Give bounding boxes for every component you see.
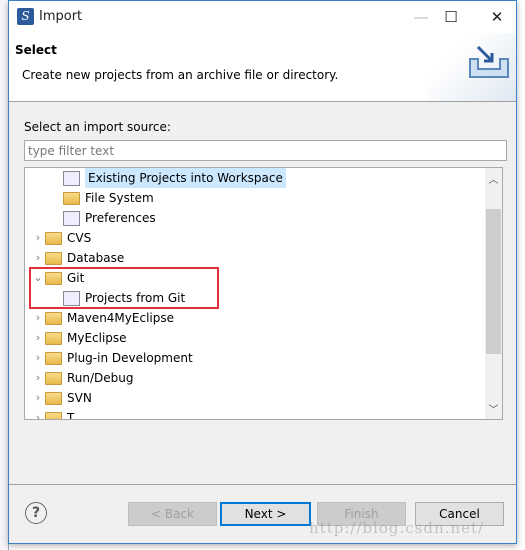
chevron-right-icon[interactable]: › <box>31 348 45 368</box>
tree-item[interactable]: Existing Projects into Workspace <box>63 168 286 188</box>
minimize-button[interactable]: — <box>406 5 436 29</box>
scroll-up-icon[interactable]: ︿ <box>485 171 502 186</box>
watermark: http://blog.csdn.net/ <box>309 519 485 537</box>
close-button[interactable]: ✕ <box>482 5 512 29</box>
chevron-right-icon[interactable]: › <box>31 328 45 348</box>
tree-item[interactable]: › T... <box>31 408 85 420</box>
next-button[interactable]: Next > <box>220 502 311 526</box>
tree-item[interactable]: › Maven4MyEclipse <box>31 308 174 328</box>
scrollbar-thumb[interactable] <box>486 209 501 354</box>
tree-item-label: Existing Projects into Workspace <box>85 168 286 188</box>
chevron-right-icon[interactable]: › <box>31 368 45 388</box>
import-dialog: S Import — ☐ ✕ Select Create new project… <box>8 0 517 544</box>
tree-item-label: T... <box>67 411 85 420</box>
folder-icon <box>63 191 80 205</box>
folder-icon <box>45 331 62 345</box>
tree-item[interactable]: › MyEclipse <box>31 328 127 348</box>
divider <box>9 484 516 485</box>
import-source-label: Select an import source: <box>24 120 171 134</box>
tree-item[interactable]: Preferences <box>63 208 156 228</box>
scroll-down-icon[interactable]: ﹀ <box>485 401 502 416</box>
tree-item[interactable]: › Plug-in Development <box>31 348 193 368</box>
tree-item[interactable]: File System <box>63 188 154 208</box>
folder-icon <box>45 411 62 419</box>
tree-item[interactable]: › Database <box>31 248 124 268</box>
app-icon: S <box>17 8 34 25</box>
highlight-box <box>29 267 219 309</box>
chevron-right-icon[interactable]: › <box>31 228 45 248</box>
back-button[interactable]: < Back <box>128 502 217 526</box>
wizard-header: Select Create new projects from an archi… <box>9 33 516 102</box>
tree-item-label: Database <box>67 251 125 265</box>
import-project-icon <box>63 170 80 186</box>
folder-icon <box>45 371 62 385</box>
tree-item-label: Plug-in Development <box>67 351 193 365</box>
tree-item[interactable]: › CVS <box>31 228 91 248</box>
help-icon[interactable]: ? <box>25 502 47 524</box>
chevron-right-icon[interactable]: › <box>31 308 45 328</box>
folder-icon <box>45 391 62 405</box>
tree-item-label: CVS <box>67 231 92 245</box>
folder-icon <box>45 251 62 265</box>
maximize-button[interactable]: ☐ <box>436 5 466 29</box>
page-title: Select <box>15 43 57 57</box>
import-banner-icon <box>426 33 516 101</box>
title-bar: S Import — ☐ ✕ <box>9 1 516 33</box>
tree-item-label: Preferences <box>85 211 156 225</box>
tree-item[interactable]: › SVN <box>31 388 92 408</box>
tree-item-label: Run/Debug <box>67 371 134 385</box>
tree-item-label: File System <box>85 191 154 205</box>
folder-icon <box>45 311 62 325</box>
chevron-right-icon[interactable]: › <box>31 248 45 268</box>
tree-item-label: MyEclipse <box>67 331 127 345</box>
folder-icon <box>45 351 62 365</box>
tree-item-label: SVN <box>67 391 92 405</box>
preferences-icon <box>63 210 80 226</box>
tree-item-label: Maven4MyEclipse <box>67 311 174 325</box>
filter-input[interactable] <box>24 140 507 161</box>
tree-item[interactable]: › Run/Debug <box>31 368 134 388</box>
page-description: Create new projects from an archive file… <box>22 68 339 82</box>
folder-icon <box>45 231 62 245</box>
window-title: Import <box>39 9 83 24</box>
vertical-scrollbar[interactable]: ︿ ﹀ <box>485 168 502 419</box>
chevron-right-icon[interactable]: › <box>31 408 45 419</box>
chevron-right-icon[interactable]: › <box>31 388 45 408</box>
